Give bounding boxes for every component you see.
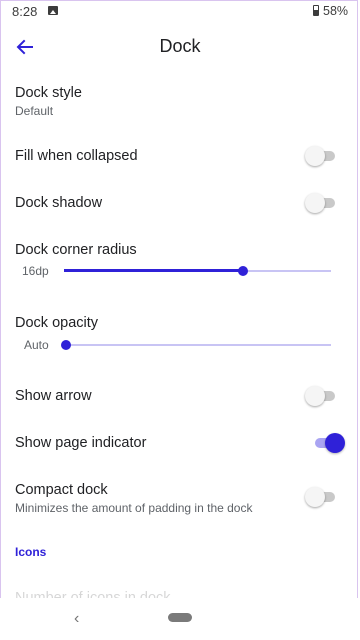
compact-dock-summary: Minimizes the amount of padding in the d… [15, 501, 253, 515]
switch-thumb [325, 433, 345, 453]
switch-thumb [305, 487, 325, 507]
back-arrow-icon[interactable] [14, 36, 36, 58]
show-arrow-item[interactable]: Show arrow [0, 380, 360, 412]
dock-opacity-label: Dock opacity [15, 315, 99, 331]
dock-corner-radius-label: Dock corner radius [15, 242, 137, 258]
dock-opacity-item: Dock opacity Auto [0, 311, 360, 361]
dock-style-value: Default [15, 104, 54, 118]
battery-fill [314, 9, 318, 15]
slider-thumb[interactable] [237, 266, 248, 276]
status-time: 8:28 [12, 4, 38, 19]
switch-thumb [305, 146, 325, 166]
fill-when-collapsed-item[interactable]: Fill when collapsed [0, 140, 360, 172]
slider-rail [66, 344, 331, 346]
dock-shadow-item[interactable]: Dock shadow [0, 187, 360, 219]
dock-corner-radius-value: 16dp [22, 264, 49, 278]
dock-style-item[interactable]: Dock style Default [0, 80, 360, 126]
dock-style-label: Dock style [15, 85, 82, 101]
app-bar: Dock [0, 24, 360, 70]
show-arrow-switch[interactable] [305, 386, 337, 406]
switch-thumb [305, 193, 325, 213]
nav-home-pill[interactable] [168, 613, 192, 622]
dock-opacity-value: Auto [24, 338, 49, 352]
image-notification-icon [48, 6, 58, 15]
show-arrow-label: Show arrow [15, 388, 92, 404]
switch-thumb [305, 386, 325, 406]
battery-percentage: 58% [323, 4, 349, 18]
fill-when-collapsed-switch[interactable] [305, 146, 337, 166]
dock-shadow-label: Dock shadow [15, 195, 103, 211]
show-page-indicator-switch[interactable] [313, 433, 345, 453]
icons-section-header: Icons [15, 545, 47, 559]
compact-dock-switch[interactable] [305, 487, 337, 507]
show-page-indicator-item[interactable]: Show page indicator [0, 427, 360, 459]
show-page-indicator-label: Show page indicator [15, 435, 147, 451]
compact-dock-label: Compact dock [15, 482, 108, 498]
compact-dock-item[interactable]: Compact dock Minimizes the amount of pad… [0, 478, 360, 524]
status-bar: 8:28 58% [0, 0, 360, 24]
dock-opacity-slider[interactable] [61, 338, 331, 352]
slider-active-track [64, 269, 243, 272]
dock-corner-radius-item: Dock corner radius 16dp [0, 238, 360, 288]
fill-when-collapsed-label: Fill when collapsed [15, 148, 138, 164]
slider-thumb[interactable] [61, 340, 71, 350]
battery-icon [313, 5, 319, 16]
system-nav-bar: ‹ [0, 598, 360, 640]
dock-corner-radius-slider[interactable] [64, 264, 331, 278]
dock-shadow-switch[interactable] [305, 193, 337, 213]
page-title: Dock [159, 36, 201, 56]
nav-back-icon[interactable]: ‹ [74, 610, 79, 628]
